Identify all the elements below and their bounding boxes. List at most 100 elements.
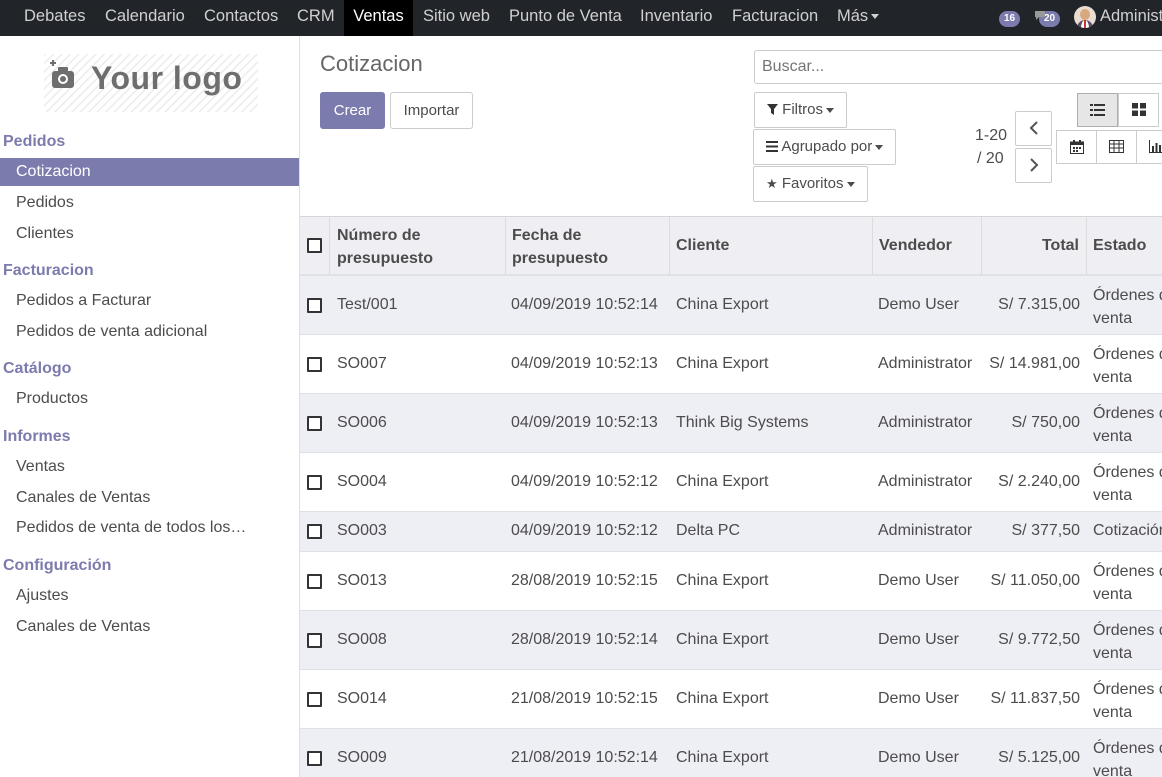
cell-client: China Export	[676, 572, 769, 589]
cell-client: China Export	[676, 690, 769, 707]
table-row[interactable]: SO013 28/08/2019 10:52:15 China Export D…	[300, 552, 1162, 611]
favorites-button[interactable]: ★ Favoritos	[753, 166, 868, 202]
filters-button[interactable]: Filtros	[754, 92, 848, 128]
row-checkbox[interactable]	[307, 574, 322, 589]
cell-total: S/ 9.772,50	[998, 631, 1080, 648]
cell-client: China Export	[676, 296, 769, 313]
pager-range[interactable]: 1-20	[975, 127, 1007, 145]
nav-crm[interactable]: CRM	[297, 0, 335, 36]
column-header-date[interactable]: Fecha de presupuesto	[505, 217, 670, 275]
nav-contactos[interactable]: Contactos	[204, 0, 278, 36]
table-row[interactable]: SO004 04/09/2019 10:52:12 China Export A…	[300, 453, 1162, 512]
sidebar-item-ajustes[interactable]: Ajustes	[0, 582, 299, 610]
nav-ventas[interactable]: Ventas	[344, 0, 413, 36]
row-checkbox[interactable]	[307, 416, 322, 431]
cell-client: China Export	[676, 749, 769, 766]
row-checkbox[interactable]	[307, 475, 322, 490]
create-button[interactable]: Crear	[320, 92, 385, 129]
pager-previous-button[interactable]	[1015, 111, 1052, 146]
row-checkbox[interactable]	[307, 633, 322, 648]
cell-state: Órdenes de venta	[1093, 346, 1162, 386]
table-row[interactable]: SO006 04/09/2019 10:52:13 Think Big Syst…	[300, 394, 1162, 453]
sidebar-item-canales-de-ventas[interactable]: Canales de Ventas	[0, 484, 299, 512]
column-header-seller[interactable]: Vendedor	[872, 217, 982, 275]
sidebar-item-ventas[interactable]: Ventas	[0, 453, 299, 481]
nav-punto-de-venta[interactable]: Punto de Venta	[509, 0, 622, 36]
table-row[interactable]: SO007 04/09/2019 10:52:13 China Export A…	[300, 335, 1162, 394]
sidebar-item-pedidos-venta-adicional[interactable]: Pedidos de venta adicional	[0, 318, 299, 346]
sidebar-item-pedidos-todos[interactable]: Pedidos de venta de todos los…	[0, 514, 299, 542]
cell-state: Órdenes de venta	[1093, 740, 1162, 777]
table-row[interactable]: Test/001 04/09/2019 10:52:14 China Expor…	[300, 276, 1162, 335]
section-title-informes[interactable]: Informes	[3, 428, 71, 446]
section-title-configuracion[interactable]: Configuración	[3, 557, 111, 575]
avatar[interactable]	[1074, 6, 1096, 28]
sidebar-item-pedidos-a-facturar[interactable]: Pedidos a Facturar	[0, 287, 299, 315]
import-button[interactable]: Importar	[390, 92, 473, 129]
cell-seller: Demo User	[878, 296, 959, 313]
nav-facturacion[interactable]: Facturacion	[732, 0, 818, 36]
row-checkbox[interactable]	[307, 524, 322, 539]
nav-more-label: Más	[837, 7, 869, 25]
section-title-pedidos[interactable]: Pedidos	[3, 133, 65, 151]
cell-client: Delta PC	[676, 522, 741, 539]
user-menu[interactable]: Administrator	[1100, 0, 1162, 33]
row-checkbox[interactable]	[307, 692, 322, 707]
section-title-facturacion[interactable]: Facturacion	[3, 262, 94, 280]
cell-date: 21/08/2019 10:52:15	[511, 690, 658, 707]
nav-sitio-web[interactable]: Sitio web	[423, 0, 490, 36]
cell-client: China Export	[676, 631, 769, 648]
column-header-state[interactable]: Estado	[1086, 217, 1162, 275]
logo-text: Your logo	[91, 60, 243, 96]
calendar-view-button[interactable]	[1056, 130, 1097, 164]
cell-total: S/ 750,00	[1011, 414, 1081, 431]
header-select-cell	[300, 217, 330, 275]
sidebar-item-pedidos[interactable]: Pedidos	[0, 189, 299, 217]
bars-icon	[766, 141, 778, 152]
sidebar-item-canales-de-ventas-config[interactable]: Canales de Ventas	[0, 613, 299, 641]
cell-number: SO004	[337, 473, 387, 490]
graph-view-button[interactable]	[1136, 130, 1162, 164]
pager-next-button[interactable]	[1015, 148, 1052, 183]
select-all-checkbox[interactable]	[307, 238, 322, 253]
cell-client: Think Big Systems	[676, 414, 809, 431]
column-header-total[interactable]: Total	[981, 217, 1087, 275]
table-row[interactable]: SO009 21/08/2019 10:52:14 China Export D…	[300, 729, 1162, 777]
top-navbar: Debates Calendario Contactos CRM Ventas …	[0, 0, 1162, 36]
table-header: Número de presupuesto Fecha de presupues…	[300, 216, 1162, 276]
sidebar-item-productos[interactable]: Productos	[0, 385, 299, 413]
groupby-button[interactable]: Agrupado por	[753, 129, 897, 165]
column-header-number[interactable]: Número de presupuesto	[330, 217, 506, 275]
sidebar-item-cotizacion[interactable]: Cotizacion	[0, 158, 299, 186]
table-row[interactable]: SO003 04/09/2019 10:52:12 Delta PC Admin…	[300, 512, 1162, 552]
cell-client: China Export	[676, 473, 769, 490]
nav-calendario[interactable]: Calendario	[105, 0, 185, 36]
search-input[interactable]	[754, 50, 1162, 84]
table-row[interactable]: SO008 28/08/2019 10:52:14 China Export D…	[300, 611, 1162, 670]
row-checkbox[interactable]	[307, 357, 322, 372]
nav-inventario[interactable]: Inventario	[640, 0, 712, 36]
row-checkbox[interactable]	[307, 298, 322, 313]
pivot-view-button[interactable]	[1096, 130, 1137, 164]
cell-seller: Demo User	[878, 690, 959, 707]
kanban-view-button[interactable]	[1118, 93, 1159, 127]
cell-client: China Export	[676, 355, 769, 372]
filters-label: Filtros	[782, 101, 824, 118]
nav-more-menu[interactable]: Más	[837, 0, 880, 36]
table-row[interactable]: SO014 21/08/2019 10:52:15 China Export D…	[300, 670, 1162, 729]
pager-total: / 20	[977, 150, 1004, 167]
row-checkbox[interactable]	[307, 751, 322, 766]
nav-debates[interactable]: Debates	[24, 0, 85, 36]
section-title-catalogo[interactable]: Catálogo	[3, 360, 71, 378]
groupby-label: Agrupado por	[781, 138, 873, 155]
sidebar-item-clientes[interactable]: Clientes	[0, 220, 299, 248]
list-view-button[interactable]	[1077, 93, 1118, 127]
cell-seller: Demo User	[878, 631, 959, 648]
activity-button[interactable]: 16	[999, 8, 1021, 27]
messages-button[interactable]: 20	[1034, 8, 1061, 27]
cell-number: SO014	[337, 690, 387, 707]
column-header-client[interactable]: Cliente	[669, 217, 873, 275]
activity-badge: 16	[999, 11, 1021, 27]
cell-date: 04/09/2019 10:52:13	[511, 355, 658, 372]
cell-state: Cotización	[1093, 522, 1162, 539]
